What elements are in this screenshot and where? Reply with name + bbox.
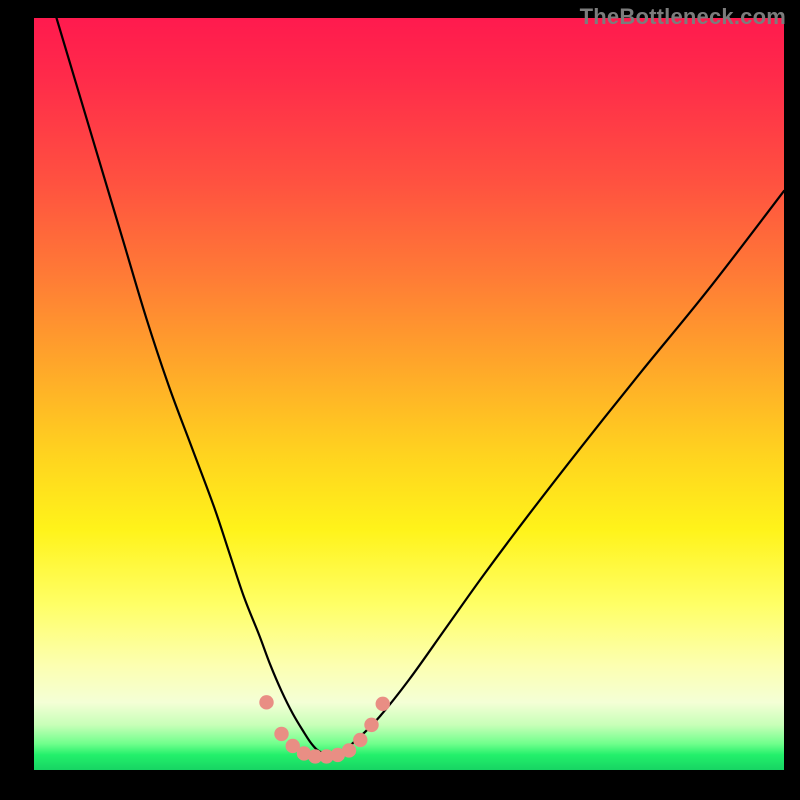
watermark-text: TheBottleneck.com bbox=[580, 4, 786, 30]
data-marker bbox=[376, 697, 390, 711]
data-marker bbox=[364, 718, 378, 732]
marker-group bbox=[259, 695, 390, 764]
bottleneck-curve bbox=[57, 18, 785, 755]
data-marker bbox=[259, 695, 273, 709]
data-marker bbox=[353, 733, 367, 747]
chart-frame: TheBottleneck.com bbox=[0, 0, 800, 800]
data-marker bbox=[274, 727, 288, 741]
curve-svg bbox=[34, 18, 784, 770]
data-marker bbox=[342, 743, 356, 757]
plot-area bbox=[34, 18, 784, 770]
